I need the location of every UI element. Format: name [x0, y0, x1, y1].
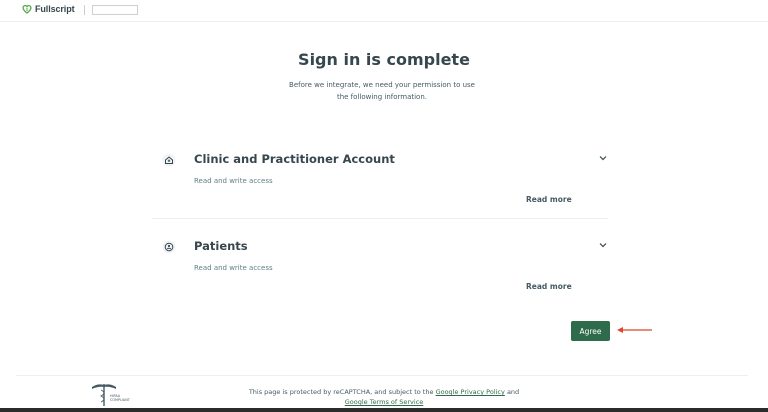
partner-logo-placeholder: [92, 5, 138, 15]
permission-title: Patients: [194, 239, 248, 253]
brand-logo[interactable]: Fullscript: [22, 4, 75, 14]
page-title: Sign in is complete: [298, 50, 470, 69]
footer-divider: [16, 375, 748, 376]
chevron-down-icon[interactable]: [598, 240, 608, 250]
and-text: and: [506, 388, 520, 396]
heart-leaf-icon: [22, 4, 32, 14]
recaptcha-prefix: This page is protected by reCAPTCHA, and…: [248, 388, 434, 396]
brand-name: Fullscript: [35, 4, 75, 14]
annotation-arrow-icon: [617, 327, 652, 333]
page-subtitle: Before we integrate, we need your permis…: [264, 79, 500, 103]
permission-divider: [152, 218, 608, 219]
header-divider: [84, 5, 85, 15]
permission-item-clinic: Clinic and Practitioner Account Read and…: [152, 150, 608, 218]
window-bottom-bar: [0, 408, 768, 412]
read-more-link[interactable]: Read more: [526, 195, 572, 204]
permission-title: Clinic and Practitioner Account: [194, 152, 395, 166]
recaptcha-notice: This page is protected by reCAPTCHA, and…: [220, 387, 548, 407]
subtitle-line-1: Before we integrate, we need your permis…: [289, 81, 475, 89]
read-more-link[interactable]: Read more: [526, 282, 572, 291]
clinic-icon: [162, 153, 176, 167]
permission-access: Read and write access: [194, 264, 273, 272]
agree-button[interactable]: Agree: [571, 321, 610, 341]
permission-access: Read and write access: [194, 177, 273, 185]
privacy-policy-link[interactable]: Google Privacy Policy: [436, 388, 505, 396]
hipaa-line-2: COMPLIANT: [110, 398, 131, 402]
permission-item-patients: Patients Read and write access Read more: [152, 237, 608, 305]
subtitle-line-2: the following information.: [336, 93, 428, 101]
hipaa-compliant-badge: HIPAA COMPLIANT: [92, 384, 131, 406]
terms-of-service-link[interactable]: Google Terms of Service: [345, 398, 424, 406]
top-bar: Fullscript: [0, 0, 768, 22]
chevron-down-icon[interactable]: [598, 153, 608, 163]
recaptcha-line-1: This page is protected by reCAPTCHA, and…: [220, 387, 548, 397]
patient-icon: [162, 240, 176, 254]
recaptcha-line-2: Google Terms of Service: [220, 397, 548, 407]
